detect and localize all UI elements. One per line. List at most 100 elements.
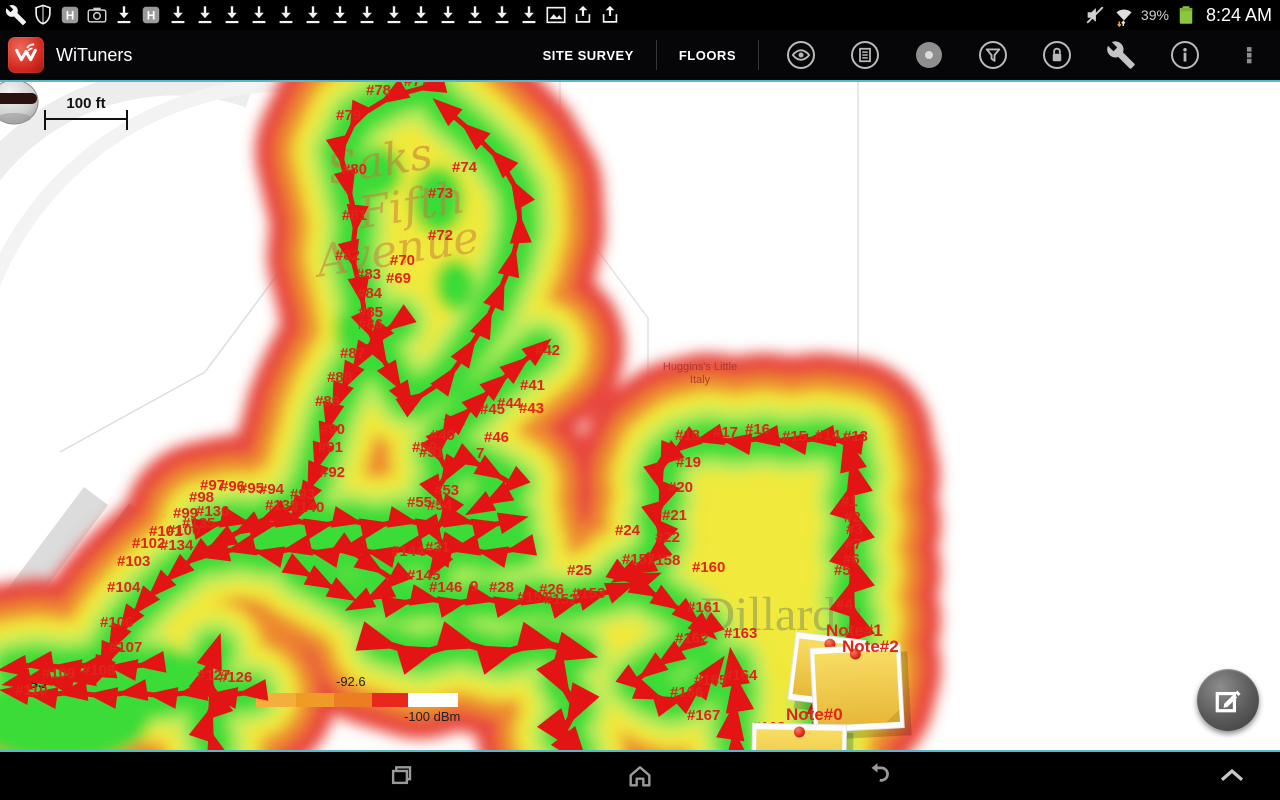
waypoint-label: #94 bbox=[259, 481, 285, 498]
recents-button[interactable] bbox=[368, 758, 432, 794]
home-button[interactable] bbox=[608, 758, 672, 794]
download-icon bbox=[517, 3, 541, 27]
waypoint-label: #144 bbox=[391, 543, 425, 560]
legend-gradient-segment bbox=[372, 693, 408, 707]
waypoint-label: #103 bbox=[117, 553, 150, 570]
waypoint-label: #166 bbox=[670, 684, 703, 701]
download-icon bbox=[301, 3, 325, 27]
tablet-screen: HH 39% 8:24 AM WiTuners SITE SURVEYFLOOR… bbox=[0, 0, 1280, 800]
wifi-icon bbox=[1112, 3, 1136, 27]
upload-icon bbox=[598, 3, 622, 27]
download-icon bbox=[112, 3, 136, 27]
download-icon bbox=[220, 3, 244, 27]
download-icon bbox=[247, 3, 271, 27]
waypoint-label: #41 bbox=[520, 377, 545, 394]
download-icon bbox=[490, 3, 514, 27]
navigation-bar bbox=[0, 752, 1280, 800]
note-label[interactable]: Note#0 bbox=[786, 705, 843, 724]
download-icon bbox=[463, 3, 487, 27]
waypoint-label: #54 bbox=[427, 497, 453, 514]
menu-floors[interactable]: FLOORS bbox=[657, 30, 758, 80]
waypoint-label: #14 bbox=[815, 427, 841, 444]
waypoint-label: #83 bbox=[356, 266, 381, 283]
waypoint-label: #73 bbox=[428, 185, 453, 202]
waypoint-label: #13 bbox=[843, 428, 868, 445]
clock: 8:24 AM bbox=[1206, 5, 1272, 26]
svg-text:H: H bbox=[147, 9, 156, 23]
camera-icon bbox=[85, 3, 109, 27]
waypoint-label: #69 bbox=[386, 270, 411, 287]
store-label: Huggins's Little bbox=[663, 361, 737, 373]
waypoint-label: #79 bbox=[336, 107, 361, 124]
waypoint-label: #86 bbox=[358, 316, 383, 333]
map-canvas[interactable]: SaksFifthAvenueDillard'sHuggins's Little… bbox=[0, 80, 1280, 752]
waypoint-label: #20 bbox=[668, 479, 693, 496]
menu-site-survey[interactable]: SITE SURVEY bbox=[521, 30, 656, 80]
waypoint-label: #15 bbox=[782, 428, 807, 445]
wrench-icon bbox=[4, 3, 28, 27]
notification-icons: HH bbox=[0, 3, 622, 27]
waypoint-label: #24 bbox=[615, 522, 641, 539]
note-label[interactable]: Note#2 bbox=[842, 637, 899, 656]
volume-muted-icon bbox=[1083, 3, 1107, 27]
waypoint-label: #46 bbox=[484, 429, 509, 446]
legend-gradient-segment bbox=[408, 693, 458, 707]
chevron-up-icon[interactable] bbox=[1200, 758, 1264, 794]
waypoint-label: #5 bbox=[834, 562, 851, 579]
waypoint-label: #108 bbox=[82, 662, 115, 679]
waypoint-label: #25 bbox=[567, 562, 592, 579]
filter-icon[interactable] bbox=[977, 40, 1008, 71]
battery-percent: 39% bbox=[1141, 7, 1169, 23]
waypoint-label: #110 bbox=[15, 682, 48, 699]
waypoint-label: #18 bbox=[675, 427, 700, 444]
accent-line-top bbox=[0, 80, 1280, 82]
waypoint-label: #45 bbox=[480, 401, 505, 418]
lock-icon[interactable] bbox=[1041, 40, 1072, 71]
download-icon bbox=[382, 3, 406, 27]
waypoint-label: #161 bbox=[687, 599, 720, 616]
waypoint-label: #31 bbox=[425, 539, 450, 556]
waypoint-label: #89 bbox=[315, 393, 340, 410]
visibility-icon[interactable] bbox=[785, 40, 816, 71]
waypoint-label: #82 bbox=[335, 247, 360, 264]
scale-label: 100 ft bbox=[66, 95, 105, 112]
action-bar: WiTuners SITE SURVEYFLOORS bbox=[0, 30, 1280, 80]
waypoint-label: #1 bbox=[841, 493, 858, 510]
app-title: WiTuners bbox=[56, 45, 132, 66]
waypoint-label: #84 bbox=[357, 285, 383, 302]
waypoint-label: #134 bbox=[160, 537, 194, 554]
waypoint-label: #4 bbox=[836, 596, 853, 613]
note-sticky[interactable] bbox=[751, 723, 853, 752]
photo-icon bbox=[544, 3, 568, 27]
waypoint-label: #106 bbox=[100, 614, 133, 631]
waypoint-label: #21 bbox=[662, 507, 687, 524]
tools-icon[interactable] bbox=[1105, 40, 1136, 71]
overflow-icon[interactable] bbox=[1233, 40, 1264, 71]
toolbar-icons bbox=[759, 40, 1280, 71]
waypoint-label: #160 bbox=[692, 559, 725, 576]
waypoint-label: #16 bbox=[745, 421, 770, 438]
waypoint-label: #92 bbox=[320, 464, 345, 481]
waypoint-label: #19 bbox=[676, 454, 701, 471]
waypoint-label: #107 bbox=[109, 639, 142, 656]
waypoint-label: #90 bbox=[320, 421, 345, 438]
back-button[interactable] bbox=[848, 758, 912, 794]
download-icon bbox=[436, 3, 460, 27]
waypoint-label: #72 bbox=[428, 227, 453, 244]
waypoint-label: #17 bbox=[713, 424, 738, 441]
waypoint-label: 9 bbox=[470, 578, 478, 595]
record-icon[interactable] bbox=[913, 40, 944, 71]
report-icon[interactable] bbox=[849, 40, 880, 71]
app-logo-icon[interactable] bbox=[8, 37, 44, 73]
waypoint-label: #42 bbox=[535, 342, 560, 359]
download-icon bbox=[355, 3, 379, 27]
waypoint-label: 7 bbox=[476, 445, 484, 462]
waypoint-label: #158 bbox=[647, 552, 680, 569]
legend-gradient-segment bbox=[334, 693, 372, 707]
edit-fab[interactable] bbox=[1197, 669, 1259, 731]
store-label: Italy bbox=[690, 374, 711, 386]
info-icon[interactable] bbox=[1169, 40, 1200, 71]
waypoint-label: #78 bbox=[366, 82, 391, 99]
heatmap-svg[interactable]: SaksFifthAvenueDillard'sHuggins's Little… bbox=[0, 80, 1280, 752]
legend-current-value: -92.6 bbox=[336, 674, 366, 689]
